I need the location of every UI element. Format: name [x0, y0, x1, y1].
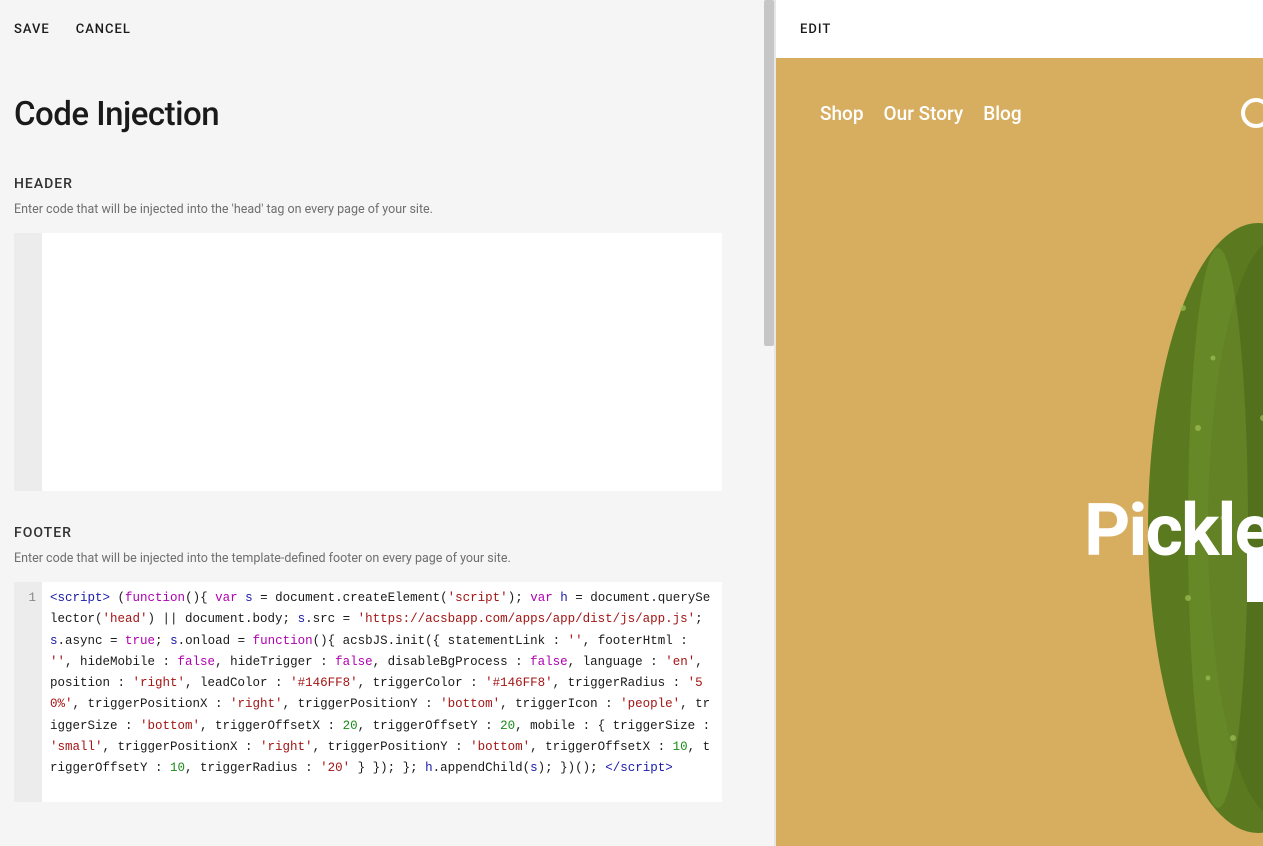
- preview-toolbar: EDIT: [776, 0, 1263, 58]
- nav-shop[interactable]: Shop: [820, 102, 864, 125]
- footer-code-editor[interactable]: 1 <script> (function(){ var s = document…: [14, 582, 722, 802]
- header-code-body[interactable]: [42, 233, 722, 491]
- circle-icon: [1241, 98, 1263, 128]
- hero-title: Pickle: [1084, 488, 1263, 573]
- header-code-editor[interactable]: [14, 233, 722, 491]
- save-button[interactable]: SAVE: [14, 22, 50, 37]
- footer-code-body[interactable]: <script> (function(){ var s = document.c…: [42, 582, 722, 802]
- header-section-title: HEADER: [14, 176, 760, 192]
- nav-blog[interactable]: Blog: [983, 102, 1021, 125]
- header-gutter: [14, 233, 42, 491]
- site-nav: Shop Our Story Blog: [820, 102, 1022, 125]
- header-section: HEADER Enter code that will be injected …: [0, 134, 774, 491]
- footer-section-description: Enter code that will be injected into th…: [14, 551, 760, 566]
- footer-section-title: FOOTER: [14, 525, 760, 541]
- cancel-button[interactable]: CANCEL: [76, 22, 131, 37]
- site-preview: Shop Our Story Blog: [776, 58, 1263, 846]
- nav-our-story[interactable]: Our Story: [884, 102, 964, 125]
- header-section-description: Enter code that will be injected into th…: [14, 202, 760, 217]
- panel-toolbar: SAVE CANCEL: [0, 0, 774, 37]
- settings-panel: SAVE CANCEL Code Injection HEADER Enter …: [0, 0, 774, 846]
- footer-section: FOOTER Enter code that will be injected …: [0, 491, 774, 802]
- scroll-indicator: [1247, 552, 1263, 602]
- preview-panel: EDIT Shop Our Story Blog: [774, 0, 1263, 846]
- scrollbar-thumb[interactable]: [764, 0, 774, 346]
- page-title: Code Injection: [0, 37, 774, 134]
- edit-button[interactable]: EDIT: [800, 22, 831, 37]
- footer-gutter: 1: [14, 582, 42, 802]
